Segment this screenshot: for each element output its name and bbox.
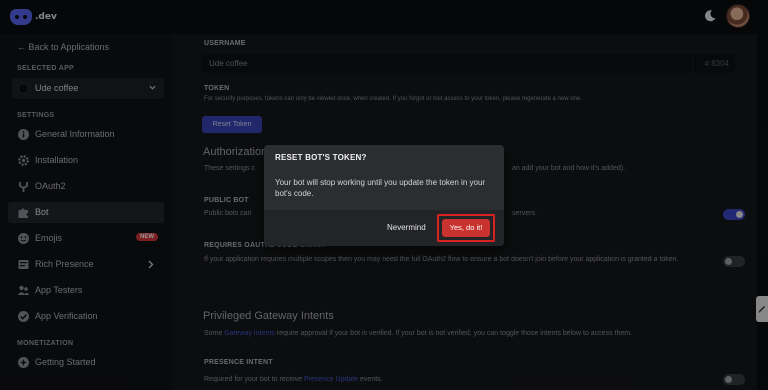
- dialog-body: Your bot will stop working until you upd…: [275, 178, 486, 198]
- dialog-footer: Nevermind Yes, do it!: [264, 210, 504, 246]
- nevermind-button[interactable]: Nevermind: [387, 223, 426, 232]
- yes-do-it-button[interactable]: Yes, do it!: [442, 219, 490, 237]
- reset-token-dialog: RESET BOT'S TOKEN? Your bot will stop wo…: [264, 145, 504, 246]
- highlight-box: Yes, do it!: [437, 214, 495, 242]
- dialog-title: RESET BOT'S TOKEN?: [275, 153, 367, 162]
